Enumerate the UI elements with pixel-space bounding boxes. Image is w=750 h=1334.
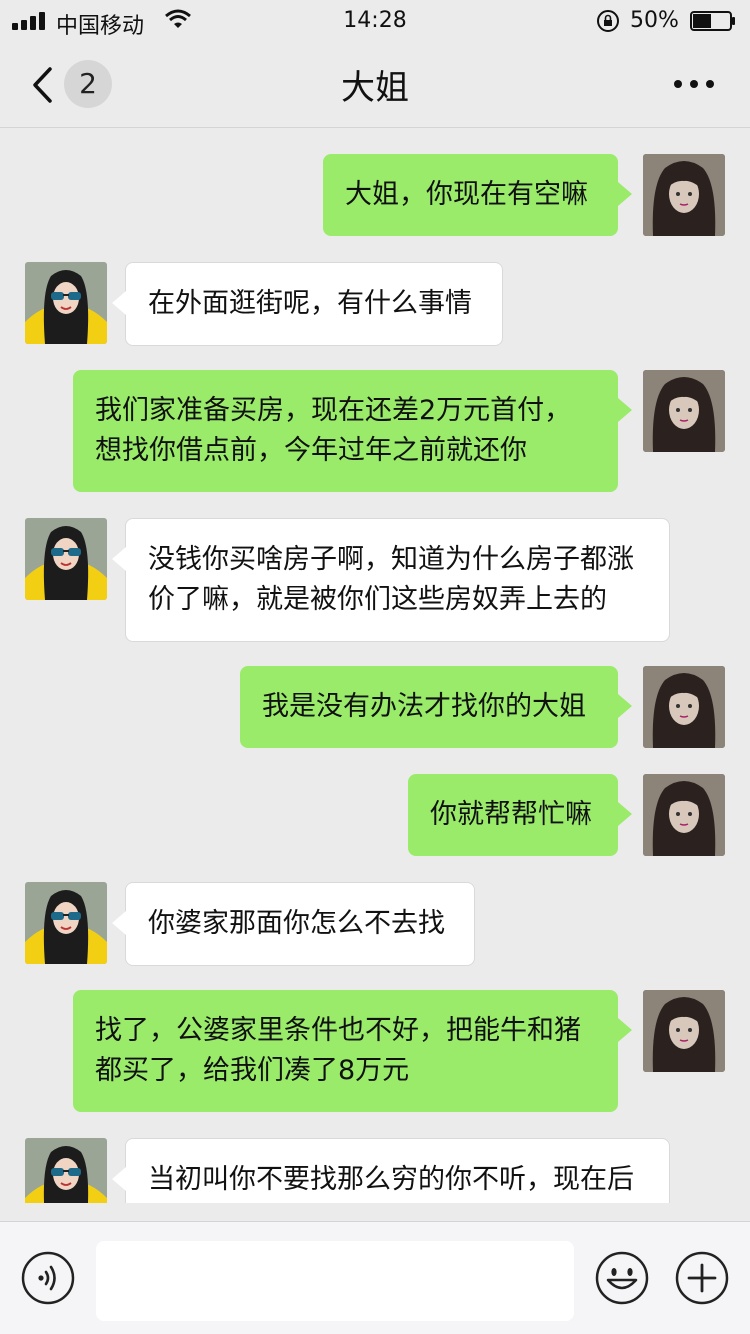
message-bubble[interactable]: 没钱你买啥房子啊，知道为什么房子都涨价了嘛，就是被你们这些房奴弄上去的 [112,518,670,642]
contact-avatar[interactable] [25,1138,107,1203]
message-bubble[interactable]: 你婆家那面你怎么不去找 [112,882,475,966]
chat-header: 2 大姐 [0,40,750,128]
input-bar [0,1221,750,1334]
battery-percent: 50% [630,8,679,33]
message-bubble[interactable]: 找了，公婆家里条件也不好，把能牛和猪都买了，给我们凑了8万元 [73,990,632,1112]
message-input[interactable] [96,1241,574,1321]
contact-avatar[interactable] [25,262,107,344]
more-icon[interactable] [670,70,718,98]
battery-icon [690,11,735,31]
my-avatar[interactable] [643,990,725,1072]
orientation-lock-icon [597,10,619,32]
status-bar: 中国移动 14:28 50% [0,0,750,40]
contact-avatar[interactable] [25,518,107,600]
my-avatar[interactable] [643,154,725,236]
emoji-icon[interactable] [594,1250,650,1306]
my-avatar[interactable] [643,774,725,856]
message-bubble[interactable]: 我是没有办法才找你的大姐 [240,666,632,748]
message-bubble[interactable]: 我们家准备买房，现在还差2万元首付，想找你借点前，今年过年之前就还你 [73,370,632,492]
message-bubble[interactable]: 在外面逛街呢，有什么事情 [112,262,503,346]
message-bubble[interactable]: 大姐，你现在有空嘛 [323,154,632,236]
message-bubble[interactable]: 你就帮帮忙嘛 [408,774,632,856]
voice-icon[interactable] [20,1250,76,1306]
message-list[interactable]: 大姐，你现在有空嘛 在外面逛街呢，有什么事情 我们家准备买房，现在还差2万元首付… [0,129,750,1203]
contact-avatar[interactable] [25,882,107,964]
message-bubble[interactable]: 当初叫你不要找那么穷的你不听，现在后 [112,1138,670,1203]
chat-title: 大姐 [341,68,409,108]
plus-icon[interactable] [674,1250,730,1306]
my-avatar[interactable] [643,370,725,452]
my-avatar[interactable] [643,666,725,748]
